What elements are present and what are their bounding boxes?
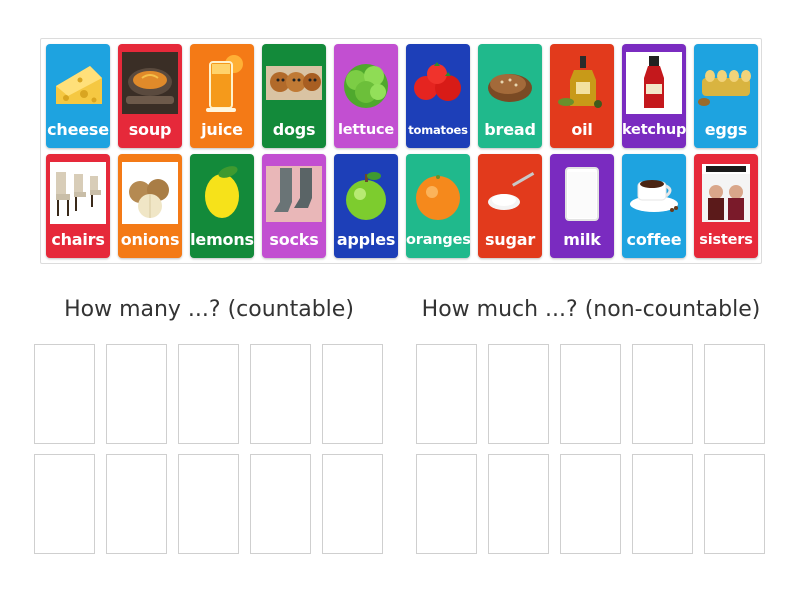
card-juice[interactable]: juice <box>190 44 254 148</box>
card-label: tomatoes <box>408 123 468 137</box>
card-sisters[interactable]: sisters <box>694 154 758 258</box>
card-label: milk <box>563 230 601 249</box>
card-soup[interactable]: soup <box>118 44 182 148</box>
non-countable-drop-slot[interactable] <box>416 344 477 444</box>
card-label: juice <box>201 120 243 139</box>
group-heading-non-countable: How much ...? (non-countable) <box>421 297 761 322</box>
cheese-icon <box>50 50 106 116</box>
card-label: lettuce <box>337 122 395 138</box>
card-socks[interactable]: socks <box>262 154 326 258</box>
non-countable-drop-slot[interactable] <box>560 454 621 554</box>
card-apples[interactable]: apples <box>334 154 398 258</box>
card-chairs[interactable]: chairs <box>46 154 110 258</box>
soup-bowl-icon <box>122 50 178 116</box>
card-label: oranges <box>406 232 470 248</box>
countable-drop-slot[interactable] <box>178 344 239 444</box>
bread-icon <box>482 50 538 116</box>
card-label: coffee <box>626 230 682 249</box>
juice-glass-icon <box>194 50 250 116</box>
non-countable-drop-slot[interactable] <box>416 454 477 554</box>
non-countable-drop-slot[interactable] <box>488 344 549 444</box>
dogs-icon <box>266 50 322 116</box>
card-dogs[interactable]: dogs <box>262 44 326 148</box>
countable-drop-slot[interactable] <box>250 344 311 444</box>
card-cheese[interactable]: cheese <box>46 44 110 148</box>
coffee-cup-icon <box>626 160 682 226</box>
countable-drop-slot[interactable] <box>34 344 95 444</box>
countable-drop-slot[interactable] <box>106 344 167 444</box>
card-label: socks <box>269 230 319 249</box>
countable-drop-slot[interactable] <box>250 454 311 554</box>
tomatoes-icon <box>410 50 466 116</box>
non-countable-drop-slot[interactable] <box>704 344 765 444</box>
onions-icon <box>122 160 178 226</box>
card-label: ketchup <box>622 122 686 138</box>
countable-drop-slot[interactable] <box>178 454 239 554</box>
card-label: cheese <box>47 120 109 139</box>
card-label: chairs <box>51 230 105 249</box>
orange-icon <box>410 160 466 226</box>
card-milk[interactable]: milk <box>550 154 614 258</box>
card-ketchup[interactable]: ketchup <box>622 44 686 148</box>
card-label: eggs <box>704 120 748 139</box>
oil-bottle-icon <box>554 50 610 116</box>
card-tomatoes[interactable]: tomatoes <box>406 44 470 148</box>
card-tray: cheese soup juice dogs lettuce tomatoes bread o… <box>40 38 762 264</box>
non-countable-drop-slot[interactable] <box>704 454 765 554</box>
lemon-icon <box>194 160 250 226</box>
chairs-icon <box>50 160 106 226</box>
countable-drop-slot[interactable] <box>322 454 383 554</box>
card-lemons[interactable]: lemons <box>190 154 254 258</box>
countable-drop-slot[interactable] <box>322 344 383 444</box>
card-label: onions <box>120 230 180 249</box>
card-label: dogs <box>272 120 316 139</box>
card-oil[interactable]: oil <box>550 44 614 148</box>
apple-icon <box>338 160 394 226</box>
card-eggs[interactable]: eggs <box>694 44 758 148</box>
card-label: bread <box>484 120 536 139</box>
card-label: lemons <box>190 230 254 249</box>
card-label: apples <box>336 230 396 249</box>
countable-drop-slot[interactable] <box>106 454 167 554</box>
non-countable-drop-slot[interactable] <box>560 344 621 444</box>
non-countable-drop-slot[interactable] <box>488 454 549 554</box>
card-label: sugar <box>484 230 536 249</box>
card-coffee[interactable]: coffee <box>622 154 686 258</box>
lettuce-icon <box>338 50 394 116</box>
card-label: sisters <box>699 232 753 248</box>
non-countable-drop-slot[interactable] <box>632 454 693 554</box>
sugar-spoon-icon <box>482 160 538 226</box>
card-label: oil <box>571 120 593 139</box>
group-heading-countable: How many ...? (countable) <box>64 297 354 322</box>
card-oranges[interactable]: oranges <box>406 154 470 258</box>
card-onions[interactable]: onions <box>118 154 182 258</box>
non-countable-drop-slot[interactable] <box>632 344 693 444</box>
card-sugar[interactable]: sugar <box>478 154 542 258</box>
socks-icon <box>266 160 322 226</box>
card-lettuce[interactable]: lettuce <box>334 44 398 148</box>
card-bread[interactable]: bread <box>478 44 542 148</box>
ketchup-bottle-icon <box>626 50 682 116</box>
countable-drop-slot[interactable] <box>34 454 95 554</box>
eggs-carton-icon <box>698 50 754 116</box>
magazine-cover-icon <box>698 160 754 226</box>
milk-glass-icon <box>554 160 610 226</box>
card-label: soup <box>128 120 172 139</box>
